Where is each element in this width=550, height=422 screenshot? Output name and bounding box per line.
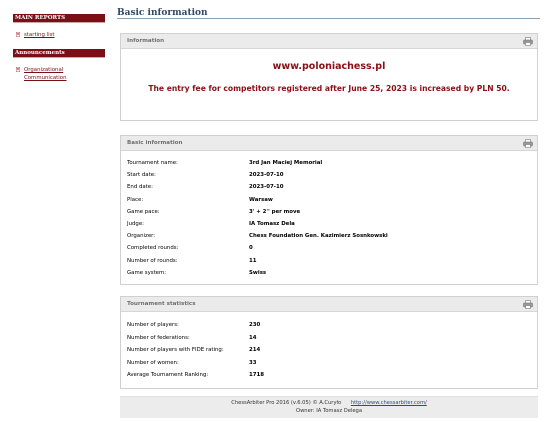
row-value: 3' + 2'' per move — [249, 208, 301, 215]
sidebar-item-label[interactable]: starting list — [24, 31, 55, 39]
panel-header: Tournament statistics — [121, 297, 537, 312]
row-value: 11 — [249, 257, 257, 264]
row-value: Chess Foundation Gen. Kazimierz Sosnkows… — [249, 233, 388, 240]
printer-icon[interactable] — [523, 139, 533, 148]
basic-information-panel: Basic information Tournament name: 3rd Ja… — [120, 135, 538, 285]
table-row: Completed rounds: 0 — [127, 242, 388, 254]
row-value: Swiss — [249, 269, 267, 276]
panel-header: Information — [121, 34, 537, 49]
table-row: Game pace: 3' + 2'' per move — [127, 206, 388, 218]
document-bullet-icon — [16, 32, 20, 37]
row-value: 1718 — [249, 372, 265, 379]
panel-title: Basic information — [127, 140, 183, 146]
sidebar-item-starting-list[interactable]: starting list — [16, 31, 105, 39]
row-key: Organizer: — [127, 233, 156, 240]
table-row: Game system: Swiss — [127, 267, 388, 279]
document-bullet-icon — [16, 67, 20, 72]
row-key: Completed rounds: — [127, 245, 179, 252]
sidebar-item-label-line2: Communication — [24, 75, 67, 81]
row-value: 14 — [249, 334, 257, 341]
row-key: Number of women: — [127, 359, 179, 366]
printer-icon[interactable] — [523, 300, 533, 309]
panel-title: Information — [127, 38, 165, 44]
row-key: Average Tournament Ranking: — [127, 372, 209, 379]
row-key: Tournament name: — [127, 160, 178, 167]
row-key: Number of rounds: — [127, 257, 178, 264]
row-key: End date: — [127, 184, 153, 191]
chessarbiter-link[interactable]: http://www.chessarbiter.com/ — [351, 400, 427, 406]
row-value: 2023-07-10 — [249, 172, 284, 179]
main-content: Basic information Information www.poloni… — [117, 0, 540, 418]
panel-title: Tournament statistics — [127, 301, 196, 307]
sidebar-item-link[interactable]: Organizational Communication — [24, 66, 84, 82]
sidebar: MAIN REPORTS starting list Announcements… — [13, 14, 105, 92]
row-key: Judge: — [127, 221, 144, 228]
table-row: Organizer: Chess Foundation Gen. Kazimier… — [127, 230, 388, 242]
announcements-header: Announcements — [13, 49, 105, 58]
table-row: Average Tournament Ranking: 1718 — [127, 369, 264, 382]
row-key: Start date: — [127, 172, 156, 179]
table-row: Place: Warsaw — [127, 194, 388, 206]
footer: ChessArbiter Pro 2016 (v.6.05) © A.Curył… — [120, 396, 538, 418]
table-row: Start date: 2023-07-10 — [127, 169, 388, 181]
table-row: Number of women: 33 — [127, 357, 264, 370]
row-value: Warsaw — [249, 196, 273, 203]
row-key: Number of federations: — [127, 334, 190, 341]
table-row: Number of players: 230 — [127, 319, 264, 332]
tournament-statistics-panel: Tournament statistics Number of players:… — [120, 296, 538, 389]
table-row: Judge: IA Tomasz Dela — [127, 218, 388, 230]
row-value: 214 — [249, 347, 261, 354]
table-row: Number of federations: 14 — [127, 332, 264, 345]
row-key: Place: — [127, 196, 144, 203]
row-value: IA Tomasz Dela — [249, 221, 295, 228]
row-key: Game system: — [127, 269, 167, 276]
row-key: Game pace: — [127, 208, 160, 215]
entry-fee-notice: The entry fee for competitors registered… — [148, 84, 510, 93]
row-value: 3rd Jan Maciej Memorial — [249, 160, 323, 167]
printer-icon[interactable] — [523, 37, 533, 46]
row-value: 2023-07-10 — [249, 184, 284, 191]
row-value: 230 — [249, 322, 261, 329]
row-value: 0 — [249, 245, 253, 252]
main-reports-header: MAIN REPORTS — [13, 14, 105, 23]
sidebar-item-organizational-communication[interactable]: Organizational Communication — [16, 66, 105, 82]
basic-info-table: Tournament name: 3rd Jan Maciej Memorial … — [127, 157, 388, 279]
table-row: Number of rounds: 11 — [127, 255, 388, 267]
footer-owner: Owner: IA Tomasz Delega — [295, 408, 363, 414]
table-row: End date: 2023-07-10 — [127, 181, 388, 193]
sidebar-item-label-line1: Organizational — [24, 67, 64, 73]
website-link[interactable]: www.poloniachess.pl — [121, 61, 537, 72]
panel-header: Basic information — [121, 136, 537, 151]
table-row: Tournament name: 3rd Jan Maciej Memorial — [127, 157, 388, 169]
row-key: Number of players: — [127, 322, 179, 329]
row-key: Number of players with FIDE rating: — [127, 347, 224, 354]
page-title: Basic information — [117, 0, 540, 19]
footer-credit: ChessArbiter Pro 2016 (v.6.05) © A.Curył… — [231, 400, 342, 406]
table-row: Number of players with FIDE rating: 214 — [127, 344, 264, 357]
row-value: 33 — [249, 359, 257, 366]
information-panel: Information www.poloniachess.pl The entr… — [120, 33, 538, 121]
statistics-table: Number of players: 230 Number of federati… — [127, 319, 264, 382]
